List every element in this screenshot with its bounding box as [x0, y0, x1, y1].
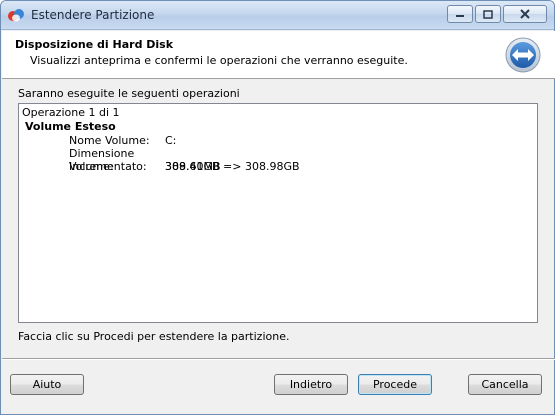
maximize-icon: [483, 9, 493, 19]
detail-label: Incrementato:: [69, 160, 147, 173]
extend-arrows-icon: [505, 37, 541, 73]
footer-hint: Faccia clic su Procedi per estendere la …: [18, 330, 290, 343]
window-title: Estendere Partizione: [31, 8, 155, 22]
detail-value: 389.41MB: [165, 160, 221, 173]
minimize-button[interactable]: [447, 5, 473, 23]
wizard-header: Disposizione di Hard Disk Visualizzi ant…: [2, 31, 555, 79]
title-bar[interactable]: Estendere Partizione: [1, 1, 554, 30]
operation-counter: Operazione 1 di 1: [22, 106, 120, 119]
minimize-icon: [456, 15, 464, 17]
operations-list[interactable]: Operazione 1 di 1 Volume Esteso Nome Vol…: [18, 103, 538, 323]
operations-label: Saranno eseguite le seguenti operazioni: [18, 87, 240, 100]
dialog-window: Estendere Partizione Disposizione di Har…: [0, 0, 555, 415]
app-icon: [8, 9, 24, 22]
close-icon: [520, 9, 530, 19]
detail-value: C:: [165, 134, 177, 147]
caption-buttons: [445, 5, 547, 24]
back-button[interactable]: Indietro: [274, 374, 348, 395]
help-button[interactable]: Aiuto: [10, 374, 84, 395]
maximize-button[interactable]: [475, 5, 501, 23]
proceed-button[interactable]: Procede: [358, 374, 432, 395]
header-subtitle: Visualizzi anteprima e confermi le opera…: [30, 54, 408, 67]
detail-row-increment: Incrementato: 389.41MB: [69, 160, 221, 173]
footer-divider: [2, 358, 555, 360]
operation-name: Volume Esteso: [25, 120, 116, 133]
header-title: Disposizione di Hard Disk: [15, 38, 174, 51]
close-button[interactable]: [503, 5, 547, 23]
detail-row-volume-name: Nome Volume: C:: [69, 134, 176, 147]
cancel-button[interactable]: Cancella: [468, 374, 542, 395]
detail-label: Nome Volume:: [69, 134, 150, 147]
